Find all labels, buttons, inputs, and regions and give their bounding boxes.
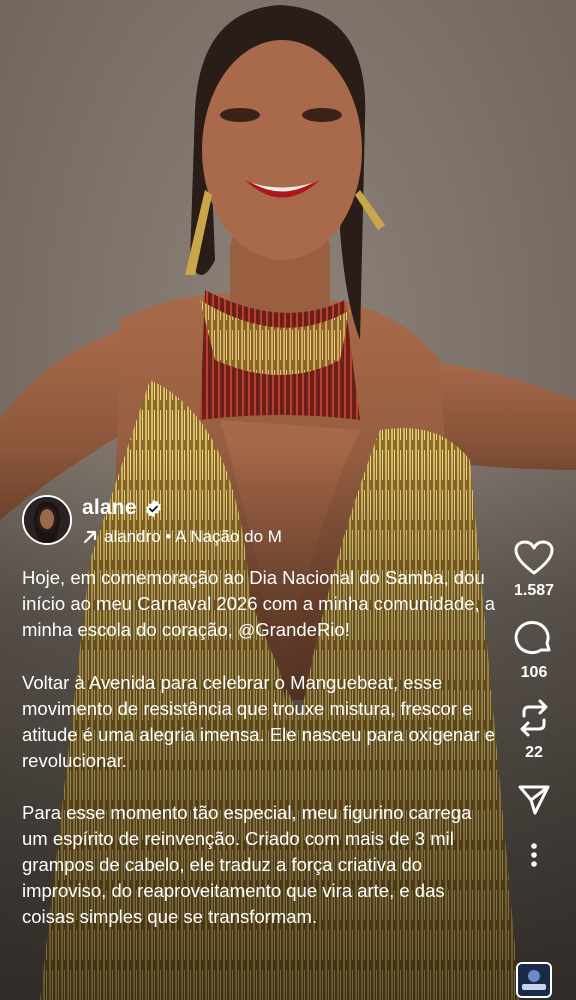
post-caption: Hoje, em comemoração ao Dia Nacional do … — [22, 565, 502, 956]
username[interactable]: alane — [82, 496, 137, 520]
threads-icon: @ — [237, 621, 256, 640]
caption-paragraph: Para esse momento tão especial, meu figu… — [22, 802, 472, 927]
audio-label: alandro • A Nação do M — [104, 527, 282, 546]
like-button[interactable]: 1.587 — [506, 540, 562, 600]
album-art-icon — [518, 964, 550, 996]
share-button[interactable] — [506, 784, 562, 816]
verified-badge-icon — [145, 499, 161, 517]
audio-thumbnail[interactable] — [516, 962, 552, 998]
comment-bubble-icon — [514, 621, 551, 655]
action-bar: 1.587 106 22 — [506, 540, 562, 868]
comment-button[interactable]: 106 — [506, 618, 562, 682]
repost-count: 22 — [525, 744, 543, 761]
heart-icon — [514, 540, 554, 575]
like-count: 1.587 — [513, 582, 555, 599]
comment-count: 106 — [520, 664, 548, 681]
more-options-button[interactable] — [506, 842, 562, 868]
caption-paragraph: Voltar à Avenida para celebrar o Mangueb… — [22, 672, 496, 771]
mention-link[interactable]: @GrandeRio — [238, 619, 345, 640]
repost-button[interactable]: 22 — [506, 698, 562, 762]
avatar[interactable] — [22, 495, 72, 545]
post-author: alane alandro • A Nação do M — [22, 495, 282, 547]
send-icon — [518, 785, 550, 815]
caption-punctuation: ! — [344, 619, 350, 640]
arrow-up-right-icon — [83, 530, 97, 544]
audio-track[interactable]: alandro • A Nação do M — [82, 527, 282, 547]
more-vertical-icon — [531, 843, 537, 867]
caption-paragraph: Hoje, em comemoração ao Dia Nacional do … — [22, 565, 502, 644]
mention-handle: GrandeRio — [255, 619, 345, 640]
repost-icon — [520, 699, 548, 737]
